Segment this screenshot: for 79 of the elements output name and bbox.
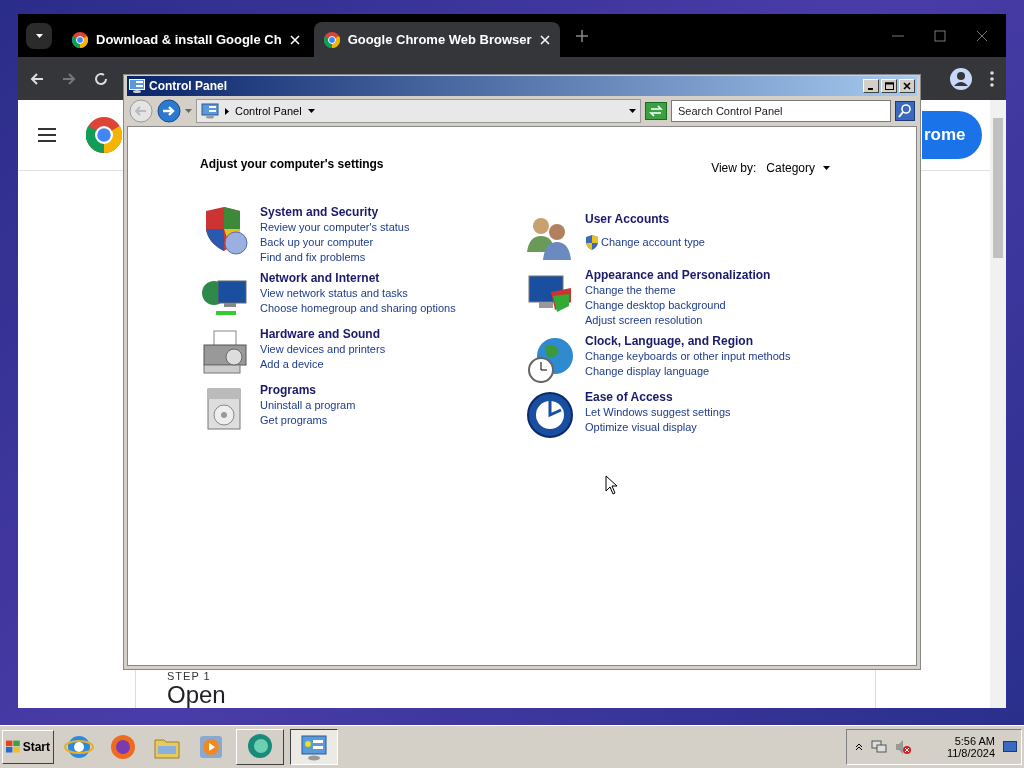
refresh-button[interactable] [645, 102, 667, 120]
task-link[interactable]: Adjust screen resolution [585, 313, 703, 328]
address-bar[interactable]: Control Panel [196, 99, 641, 123]
page-heading: Adjust your computer's settings [200, 157, 384, 171]
task-link[interactable]: Review your computer's status [260, 220, 410, 235]
chevron-right-icon [225, 107, 229, 115]
task-link[interactable]: Get programs [260, 413, 328, 428]
download-button[interactable]: rome [922, 111, 982, 159]
category-link[interactable]: Clock, Language, and Region [585, 334, 791, 349]
tab-search-button[interactable] [26, 22, 52, 49]
start-button[interactable]: Start [2, 730, 54, 764]
task-link[interactable]: Change keyboards or other input methods [585, 349, 791, 364]
dropdown-arrow-icon [823, 166, 830, 170]
category-link[interactable]: User Accounts [585, 212, 705, 227]
maximize-icon [884, 82, 894, 90]
chevron-down-icon [35, 33, 43, 38]
category-link[interactable]: Hardware and Sound [260, 327, 386, 342]
network-icon[interactable] [870, 739, 887, 755]
dropdown-arrow-icon [629, 109, 636, 113]
control-panel-icon [299, 732, 329, 762]
task-link[interactable]: View devices and printers [260, 342, 386, 357]
fox-globe-icon [108, 732, 138, 762]
search-button[interactable] [895, 101, 915, 121]
task-link[interactable]: View network status and tasks [260, 286, 408, 301]
reload-icon[interactable] [94, 71, 108, 86]
task-link[interactable]: Change display language [585, 364, 710, 379]
task-link[interactable]: Find and fix problems [260, 250, 366, 265]
speaker-muted-icon[interactable] [894, 739, 911, 755]
chrome-logo-icon [86, 117, 122, 153]
category-link[interactable]: Network and Internet [260, 271, 456, 286]
task-link[interactable]: Let Windows suggest settings [585, 405, 731, 420]
task-link[interactable]: Add a device [260, 357, 324, 372]
task-link[interactable]: Change the theme [585, 283, 676, 298]
forward-arrow-icon[interactable] [62, 71, 76, 86]
category-link[interactable]: Appearance and Personalization [585, 268, 771, 283]
menu-icon[interactable] [38, 128, 56, 142]
view-by-label: View by: [711, 161, 757, 175]
taskbar-button[interactable] [290, 729, 338, 765]
forward-button[interactable] [157, 99, 181, 123]
close-icon [903, 82, 911, 90]
window-title: Control Panel [149, 79, 227, 93]
view-by-dropdown[interactable]: Category [766, 161, 830, 175]
category-link[interactable]: Ease of Access [585, 390, 731, 405]
step-heading: Open [167, 682, 227, 708]
search-field[interactable]: Search Control Panel [671, 100, 891, 122]
category-link[interactable]: System and Security [260, 205, 410, 220]
task-link[interactable]: Choose homegroup and sharing options [260, 301, 456, 316]
clock-time: 5:56 AM [954, 735, 995, 747]
control-panel-icon [129, 79, 145, 93]
browser-tab[interactable]: Google Chrome Web Browser [313, 22, 560, 57]
task-link[interactable]: Change desktop background [585, 298, 726, 313]
show-desktop-icon[interactable] [1003, 740, 1017, 754]
category-link[interactable]: Programs [260, 383, 356, 398]
maximize-button[interactable] [881, 79, 897, 93]
breadcrumb-item[interactable]: Control Panel [235, 105, 302, 117]
minimize-button[interactable] [863, 79, 879, 93]
back-arrow-icon[interactable] [30, 71, 44, 86]
task-link[interactable]: Back up your computer [260, 235, 374, 250]
mouse-pointer-icon [605, 475, 618, 495]
chrome-logo-icon [323, 31, 340, 48]
task-link[interactable]: Optimize visual display [585, 420, 697, 435]
control-panel-icon [201, 103, 219, 119]
dropdown-arrow-icon [307, 109, 315, 113]
step-label: STEP 1 [167, 671, 212, 682]
more-menu-icon[interactable] [990, 70, 994, 87]
task-link[interactable]: Uninstall a program [260, 398, 356, 413]
new-tab-icon[interactable] [575, 29, 588, 42]
close-button[interactable] [899, 79, 915, 93]
chrome-logo-icon [72, 31, 88, 48]
chevron-up-icon[interactable] [854, 743, 863, 751]
printer-icon [200, 327, 250, 377]
task-link[interactable]: Change account type [601, 235, 705, 250]
profile-icon[interactable] [950, 67, 972, 90]
clock-date: 11/8/2024 [946, 747, 995, 759]
maximize-icon[interactable] [934, 29, 946, 42]
scrollbar[interactable] [990, 100, 1006, 708]
history-dropdown-icon [185, 109, 192, 113]
accessibility-icon [525, 390, 575, 440]
windows-logo-icon [6, 740, 21, 754]
